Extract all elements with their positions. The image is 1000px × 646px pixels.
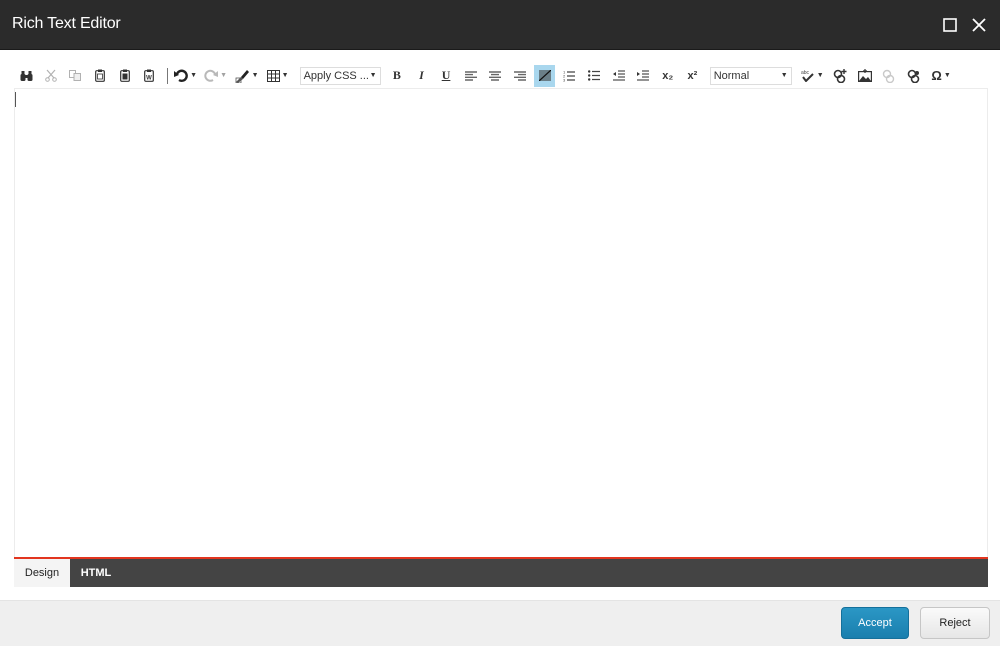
close-icon — [972, 18, 986, 32]
dialog-footer: Accept Reject — [0, 600, 1000, 646]
bold-button[interactable]: B — [385, 65, 410, 87]
mode-bar: Design HTML — [14, 559, 988, 587]
align-center-button[interactable] — [483, 65, 508, 87]
italic-icon: I — [419, 68, 424, 82]
chevron-down-icon: ▼ — [220, 72, 228, 79]
omega-icon: Ω — [931, 68, 942, 83]
chevron-down-icon: ▼ — [251, 72, 259, 79]
insert-link-button[interactable] — [828, 65, 853, 87]
spellcheck-icon: abc — [801, 70, 814, 82]
redo-button[interactable]: ▼ — [201, 65, 231, 87]
align-center-icon — [489, 70, 502, 81]
clipboard-word-icon: W — [144, 69, 155, 82]
subscript-button[interactable]: x₂ — [656, 65, 681, 87]
bold-icon: B — [392, 68, 401, 82]
underline-icon: U — [441, 68, 451, 82]
ordered-list-icon: 123 — [563, 70, 576, 82]
italic-button[interactable]: I — [409, 65, 434, 87]
numbered-list-button[interactable]: 123 — [557, 65, 582, 87]
paste-button[interactable] — [88, 65, 113, 87]
indent-button[interactable] — [631, 65, 656, 87]
clipboard-text-icon — [119, 69, 130, 82]
unordered-list-icon — [588, 70, 601, 81]
link-remove-icon — [882, 69, 895, 83]
find-button[interactable] — [14, 65, 39, 87]
link-manager-button[interactable] — [901, 65, 926, 87]
redo-icon — [204, 69, 219, 82]
copy-icon — [69, 70, 82, 81]
chevron-down-icon: ▼ — [281, 72, 289, 79]
svg-text:3: 3 — [563, 77, 566, 82]
align-right-button[interactable] — [508, 65, 533, 87]
window-title: Rich Text Editor — [12, 15, 121, 32]
clipboard-icon — [95, 69, 105, 82]
editor-content-area[interactable] — [14, 88, 988, 557]
tab-design[interactable]: Design — [14, 559, 70, 587]
format-stripper-button[interactable]: ▼ — [231, 65, 263, 87]
binoculars-icon — [20, 70, 33, 81]
text-cursor — [15, 92, 16, 107]
superscript-icon: x² — [687, 69, 698, 82]
copy-button[interactable] — [63, 65, 88, 87]
insert-image-button[interactable] — [852, 65, 877, 87]
svg-text:W: W — [146, 76, 152, 82]
outdent-button[interactable] — [606, 65, 631, 87]
insert-table-button[interactable]: ▼ — [263, 65, 293, 87]
paste-plain-text-button[interactable] — [112, 65, 137, 87]
undo-icon — [174, 69, 188, 82]
underline-button[interactable]: U — [434, 65, 459, 87]
remove-link-button[interactable] — [877, 65, 902, 87]
outdent-icon — [612, 70, 625, 81]
maximize-icon — [943, 18, 957, 32]
chevron-down-icon: ▼ — [369, 72, 377, 79]
subscript-icon: x₂ — [662, 69, 674, 82]
align-right-icon — [513, 70, 526, 81]
align-left-button[interactable] — [458, 65, 483, 87]
css-class-select-value: Apply CSS ... — [303, 69, 369, 82]
chevron-down-icon: ▼ — [816, 72, 824, 79]
insert-symbol-button[interactable]: Ω ▼ — [926, 65, 956, 87]
brush-icon — [235, 69, 249, 83]
table-icon — [266, 69, 280, 82]
chevron-down-icon: ▼ — [780, 72, 788, 79]
close-button[interactable] — [968, 14, 990, 36]
bulleted-list-button[interactable] — [582, 65, 607, 87]
chevron-down-icon: ▼ — [190, 72, 198, 79]
reject-button[interactable]: Reject — [920, 607, 990, 639]
spellcheck-button[interactable]: abc ▼ — [796, 65, 828, 87]
svg-text:abc: abc — [801, 70, 810, 76]
link-add-icon — [833, 68, 847, 83]
paste-from-word-button[interactable]: W — [137, 65, 162, 87]
undo-button[interactable]: ▼ — [171, 65, 201, 87]
maximize-button[interactable] — [939, 14, 961, 36]
chevron-down-icon: ▼ — [943, 72, 951, 79]
align-left-icon — [464, 70, 477, 81]
title-bar: Rich Text Editor — [0, 0, 1000, 50]
accept-button[interactable]: Accept — [841, 607, 909, 639]
align-none-button[interactable] — [534, 64, 556, 87]
editor-toolbar: W ▼ ▼ ▼ ▼ Apply CSS ... ▼ B I U 123 x₂ x… — [14, 63, 988, 88]
css-class-select[interactable]: Apply CSS ... ▼ — [299, 66, 381, 85]
indent-icon — [637, 70, 650, 81]
toolbar-separator — [166, 67, 168, 84]
paragraph-style-select-value: Normal — [713, 69, 750, 82]
link-icon — [907, 69, 920, 83]
align-none-icon — [538, 70, 551, 81]
paragraph-style-select[interactable]: Normal ▼ — [709, 66, 792, 85]
cut-button[interactable] — [39, 65, 64, 87]
image-icon — [857, 69, 872, 82]
superscript-button[interactable]: x² — [680, 65, 705, 87]
tab-html[interactable]: HTML — [70, 559, 122, 587]
scissors-icon — [45, 69, 57, 82]
